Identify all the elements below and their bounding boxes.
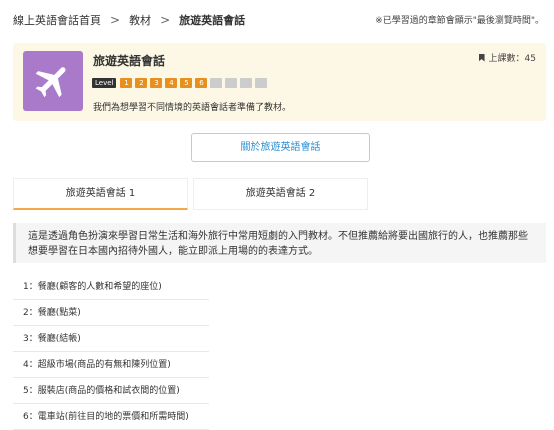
tab-course-1[interactable]: 旅遊英語會話 1 bbox=[13, 178, 188, 210]
level-label: Level bbox=[92, 78, 117, 88]
lesson-count: 上課數：45 bbox=[478, 51, 536, 64]
level-box: 1 bbox=[120, 78, 133, 88]
chapter-item[interactable]: 3：餐廳(結帳) bbox=[13, 326, 209, 352]
level-box: 2 bbox=[135, 78, 148, 88]
airplane-icon bbox=[35, 67, 66, 98]
chapter-item[interactable]: 1：餐廳(顧客的人數和希望的座位) bbox=[13, 274, 209, 300]
level-box bbox=[255, 78, 268, 88]
level-indicator: Level 1 2 3 4 5 6 bbox=[92, 78, 270, 88]
chapter-list: 1：餐廳(顧客的人數和希望的座位) 2：餐廳(點菜) 3：餐廳(結帳) 4：超級… bbox=[13, 274, 209, 430]
breadcrumb-home-link[interactable]: 線上英語會話首頁 bbox=[13, 12, 101, 28]
last-viewed-note: ※已學習過的章節會顯示"最後瀏覽時間"。 bbox=[375, 16, 544, 26]
breadcrumb-current: 旅遊英語會話 bbox=[179, 14, 246, 27]
top-bar: 線上英語會話首頁 > 教材 > 旅遊英語會話 ※已學習過的章節會顯示"最後瀏覽時… bbox=[0, 0, 554, 36]
course-thumbnail bbox=[23, 51, 83, 111]
bookmark-icon bbox=[478, 53, 485, 62]
breadcrumb-separator: > bbox=[110, 13, 121, 27]
about-course-button[interactable]: 關於旅遊英語會話 bbox=[191, 133, 370, 162]
breadcrumb: 線上英語會話首頁 > 教材 > 旅遊英語會話 bbox=[13, 12, 245, 28]
chapter-item[interactable]: 6：電車站(前往目的地的票價和所需時間) bbox=[13, 404, 209, 430]
course-intro: 這是透過角色扮演來學習日常生活和海外旅行中常用短劇的入門教材。不但推薦給將要出國… bbox=[13, 223, 546, 263]
course-tabs: 旅遊英語會話 1 旅遊英語會話 2 bbox=[13, 178, 546, 210]
level-box: 4 bbox=[165, 78, 178, 88]
level-box bbox=[240, 78, 253, 88]
tab-course-2[interactable]: 旅遊英語會話 2 bbox=[193, 178, 368, 210]
chapter-item[interactable]: 4：超級市場(商品的有無和陳列位置) bbox=[13, 352, 209, 378]
level-box: 5 bbox=[180, 78, 193, 88]
breadcrumb-separator: > bbox=[160, 13, 171, 27]
lesson-count-text: 上課數：45 bbox=[488, 54, 536, 64]
level-box: 3 bbox=[150, 78, 163, 88]
course-description: 我們為想學習不同情境的英語會話者準備了教材。 bbox=[93, 103, 292, 113]
course-title: 旅遊英語會話 bbox=[93, 54, 166, 68]
level-box bbox=[225, 78, 238, 88]
breadcrumb-materials-link[interactable]: 教材 bbox=[129, 12, 151, 28]
chapter-item[interactable]: 2：餐廳(點菜) bbox=[13, 300, 209, 326]
level-box bbox=[210, 78, 223, 88]
level-box: 6 bbox=[195, 78, 208, 88]
chapter-item[interactable]: 5：服裝店(商品的價格和試衣間的位置) bbox=[13, 378, 209, 404]
course-card: 旅遊英語會話 上課數：45 Level 1 2 3 4 5 6 我們為想學習不同… bbox=[13, 43, 546, 121]
